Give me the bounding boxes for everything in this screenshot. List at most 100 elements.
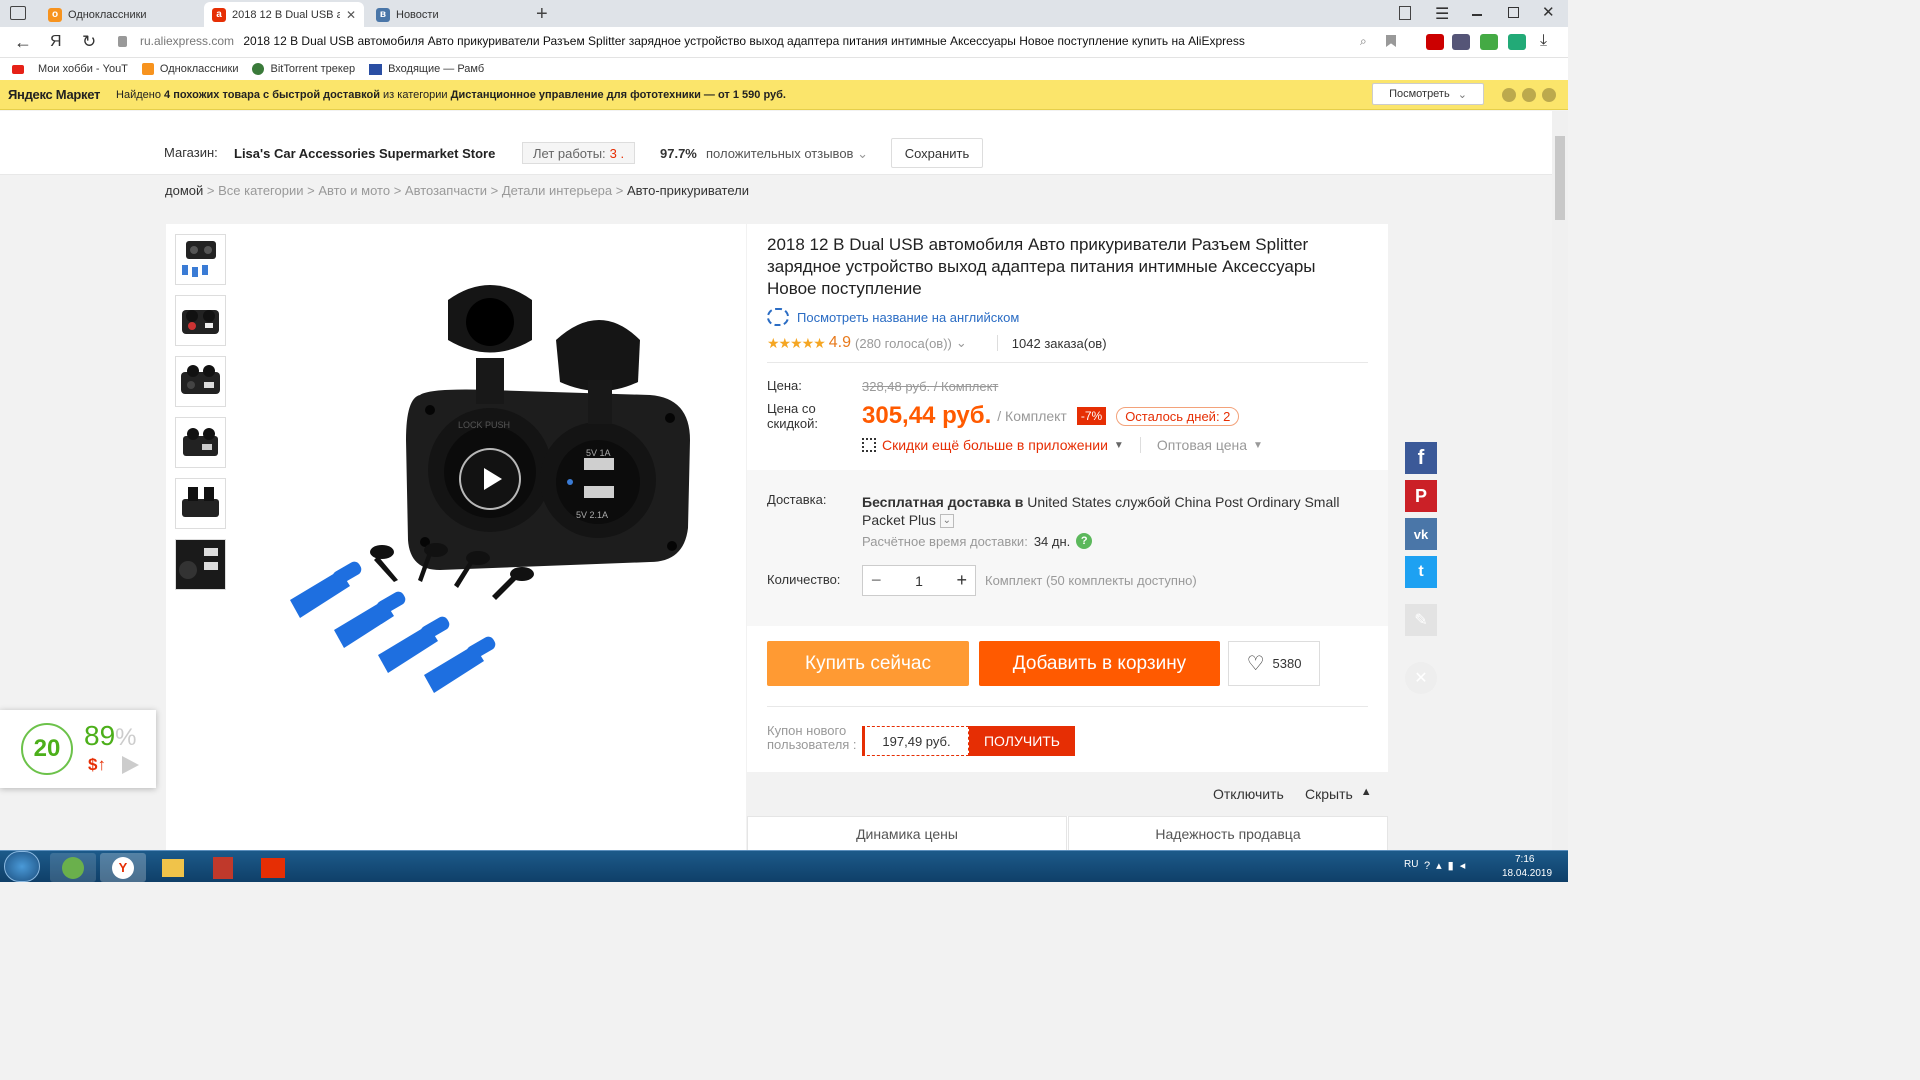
old-price: 328,48 руб. / Комплект [862,379,999,394]
tab-odnoklassniki[interactable]: о Одноклассники [40,2,200,27]
chevron-down-icon[interactable]: ⌄ [939,514,954,529]
hide-tracker-link[interactable]: Скрыть ▲ [1305,786,1372,802]
quantity-value[interactable]: 1 [915,573,923,589]
new-tab-icon[interactable]: + [536,3,548,26]
minimize-icon[interactable] [1472,14,1482,16]
edit-share-button[interactable]: ✎ [1405,604,1437,636]
extension-adblock-icon[interactable] [1426,34,1444,50]
store-rating-label[interactable]: положительных отзывов ⌄ [706,146,868,162]
play-video-button[interactable] [459,448,521,510]
hide-tracker-label: Скрыть [1305,786,1353,802]
bookmark-youtube[interactable]: Мои хобби - YouT [12,63,128,75]
delivery-free: Бесплатная доставка в [862,494,1024,510]
coupon-value: 197,49 руб. [882,733,951,749]
tabs-menu-icon[interactable] [10,6,26,20]
breadcrumb-auto-moto[interactable]: Авто и мото [318,183,390,198]
disable-tracker-link[interactable]: Отключить [1213,786,1284,802]
url-field[interactable]: ru.aliexpress.com 2018 12 В Dual USB авт… [140,34,1340,48]
tab-price-dynamics[interactable]: Динамика цены [747,816,1067,850]
maximize-icon[interactable] [1508,7,1519,18]
page-scrollbar[interactable] [1552,111,1568,850]
app-discount-row[interactable]: Скидки ещё больше в приложении ▼ Оптовая… [862,437,1263,453]
get-coupon-button[interactable]: ПОЛУЧИТЬ [969,726,1075,756]
breadcrumb-home[interactable]: домой [165,183,203,198]
bookmark-star-icon[interactable] [1386,35,1396,47]
chevron-down-icon[interactable]: ⌄ [956,335,967,351]
wholesale-price-link: Оптовая цена [1156,437,1248,453]
yandex-logo-icon[interactable]: Я [50,33,62,51]
tab-aliexpress[interactable]: a 2018 12 В Dual USB авто ✕ [204,2,364,27]
help-icon[interactable] [1502,88,1516,102]
folder-icon [162,858,184,877]
close-market-bar-icon[interactable] [1542,88,1556,102]
yandex-browser-icon: Y [112,856,134,879]
vk-share-button[interactable]: vk [1405,518,1437,550]
current-price: 305,44 руб. [862,402,992,429]
add-to-cart-button[interactable]: Добавить в корзину [979,641,1220,686]
breadcrumb-cigarette-lighters[interactable]: Авто-прикуриватели [627,183,749,198]
translate-link[interactable]: Посмотреть название на английском [767,308,1019,326]
tab-novosti[interactable]: в Новости [368,2,528,27]
buy-now-button[interactable]: Купить сейчас [767,641,969,686]
extension-4-icon[interactable] [1508,34,1526,50]
taskbar-game-icon[interactable] [200,853,246,882]
bookmark-odnoklassniki[interactable]: Одноклассники [141,63,238,75]
clock-time[interactable]: 7:16 [1515,854,1534,865]
language-indicator[interactable]: RU [1404,859,1418,870]
tray-icons[interactable]: ?▴▮◂ [1424,859,1471,872]
search-icon[interactable]: ⌕ [1360,34,1367,49]
reload-icon[interactable]: ↻ [82,32,96,52]
back-icon[interactable]: ← [14,32,32,53]
bookmark-manager-icon[interactable] [1399,6,1411,20]
taskbar-yandex-browser-icon[interactable]: Y [100,853,146,882]
main-product-image[interactable]: LOCK PUSH 5V 1A 5V 2.1A [270,270,710,700]
settings-icon[interactable] [1522,88,1536,102]
pinterest-share-button[interactable]: P [1405,480,1437,512]
market-message-mid: из категории [383,88,448,101]
thumbnail-1[interactable] [175,234,226,285]
rating-votes[interactable]: (280 голоса(ов)) [855,336,952,351]
menu-icon[interactable]: ☰ [1435,4,1449,24]
thumbnail-4[interactable] [175,417,226,468]
scroll-thumb[interactable] [1555,136,1565,220]
save-store-button[interactable]: Сохранить [891,138,983,168]
start-button[interactable] [4,851,40,882]
thumbnail-6[interactable] [175,539,226,590]
twitter-share-button[interactable]: t [1405,556,1437,588]
close-share-button[interactable]: ✕ [1405,662,1437,694]
close-window-icon[interactable]: ✕ [1542,3,1555,21]
breadcrumb-all-categories[interactable]: Все категории [218,183,303,198]
thumbnail-5[interactable] [175,478,226,529]
coupon-label: Купон нового пользователя : [767,723,857,752]
market-view-button[interactable]: Посмотреть ⌄ [1372,83,1484,105]
close-tab-icon[interactable]: ✕ [346,8,356,22]
tab-label: Новости [396,8,439,21]
bookmark-rambler-mail[interactable]: Входящие — Рамб [369,63,484,75]
save-store-label: Сохранить [904,145,970,161]
taskbar-explorer-icon[interactable] [150,853,196,882]
extension-2-icon[interactable] [1452,34,1470,50]
breadcrumb-interior-parts[interactable]: Детали интерьера [502,183,612,198]
price-label: Цена: [767,378,802,393]
tab-seller-reliability[interactable]: Надежность продавца [1068,816,1388,850]
clock-date[interactable]: 18.04.2019 [1502,868,1552,879]
taskbar-utorrent-icon[interactable] [50,853,96,882]
help-icon[interactable]: ? [1076,533,1093,549]
facebook-share-button[interactable]: f [1405,442,1437,474]
play-icon[interactable] [122,756,139,774]
download-icon[interactable]: ⤓ [1540,32,1547,50]
thumbnail-3[interactable] [175,356,226,407]
extension-3-icon[interactable] [1480,34,1498,50]
increase-quantity-button[interactable]: + [956,570,967,591]
score-value: 20 [33,735,61,762]
bookmark-bittorrent[interactable]: BitTorrent трекер [252,63,355,75]
price-widget[interactable]: 20 89% $↑ [0,710,156,788]
decrease-quantity-button[interactable]: − [871,570,882,591]
store-name[interactable]: Lisa's Car Accessories Supermarket Store [234,146,495,161]
thumbnail-2[interactable] [175,295,226,346]
wishlist-button[interactable]: ♡ 5380 [1228,641,1320,686]
breadcrumb-auto-parts[interactable]: Автозапчасти [405,183,487,198]
delivery-text[interactable]: Бесплатная доставка в United States служ… [862,493,1362,529]
market-view-label: Посмотреть [1389,88,1450,100]
taskbar-app-icon[interactable] [250,853,296,882]
